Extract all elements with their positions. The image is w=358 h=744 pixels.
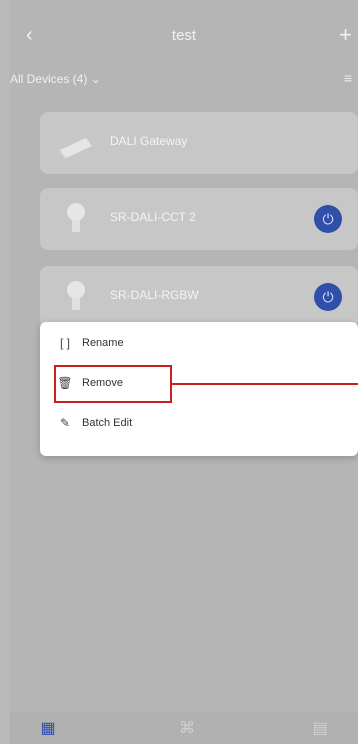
gateway-icon [60, 138, 92, 160]
bottom-navigation: ▦ ⌘ ▤ [10, 712, 358, 744]
group-icon: ▤ [312, 720, 328, 737]
power-toggle-button[interactable]: ⏻ [314, 283, 342, 311]
context-menu: [ ] Rename 🗑 Remove ✎ Batch Edit [40, 322, 358, 456]
menu-item-label: Batch Edit [82, 417, 133, 429]
device-card-sr-dali-rgbw[interactable]: SR-DALI-RGBW ⏻ [40, 266, 358, 328]
device-filter-dropdown[interactable]: All Devices (4) ⌄ [10, 72, 101, 86]
menu-icon[interactable]: ≡ [344, 70, 352, 86]
batch-edit-icon: ✎ [59, 416, 71, 430]
device-list-screen: ‹ test + All Devices (4) ⌄ ≡ DALI Gatewa… [10, 0, 358, 744]
page-title: test [171, 27, 197, 44]
rename-icon: [ ] [59, 336, 70, 350]
tab-scenes[interactable]: ⌘ [177, 718, 197, 738]
chevron-down-icon: ⌄ [90, 72, 101, 86]
tab-groups[interactable]: ▤ [310, 718, 330, 738]
top-bar: ‹ test + [10, 18, 358, 54]
device-card-sr-dali-cct-2[interactable]: SR-DALI-CCT 2 ⏻ [40, 188, 358, 250]
device-filter-label: All Devices (4) [10, 72, 88, 86]
tab-devices[interactable]: ▦ [38, 718, 58, 738]
scene-icon: ⌘ [179, 720, 195, 737]
bulb-icon [67, 203, 85, 232]
menu-item-batch-edit[interactable]: ✎ Batch Edit [58, 408, 132, 438]
menu-item-rename[interactable]: [ ] Rename [58, 328, 124, 358]
device-name: DALI Gateway [110, 134, 188, 148]
highlight-box [54, 365, 172, 403]
bulb-icon [67, 281, 85, 310]
grid-icon: ▦ [40, 720, 56, 737]
power-toggle-button[interactable]: ⏻ [314, 205, 342, 233]
callout-line [172, 383, 358, 385]
add-button[interactable]: + [339, 22, 352, 48]
device-card-dali-gateway[interactable]: DALI Gateway [40, 112, 358, 174]
menu-item-label: Rename [82, 337, 124, 349]
device-name: SR-DALI-CCT 2 [110, 210, 196, 224]
device-name: SR-DALI-RGBW [110, 288, 199, 302]
